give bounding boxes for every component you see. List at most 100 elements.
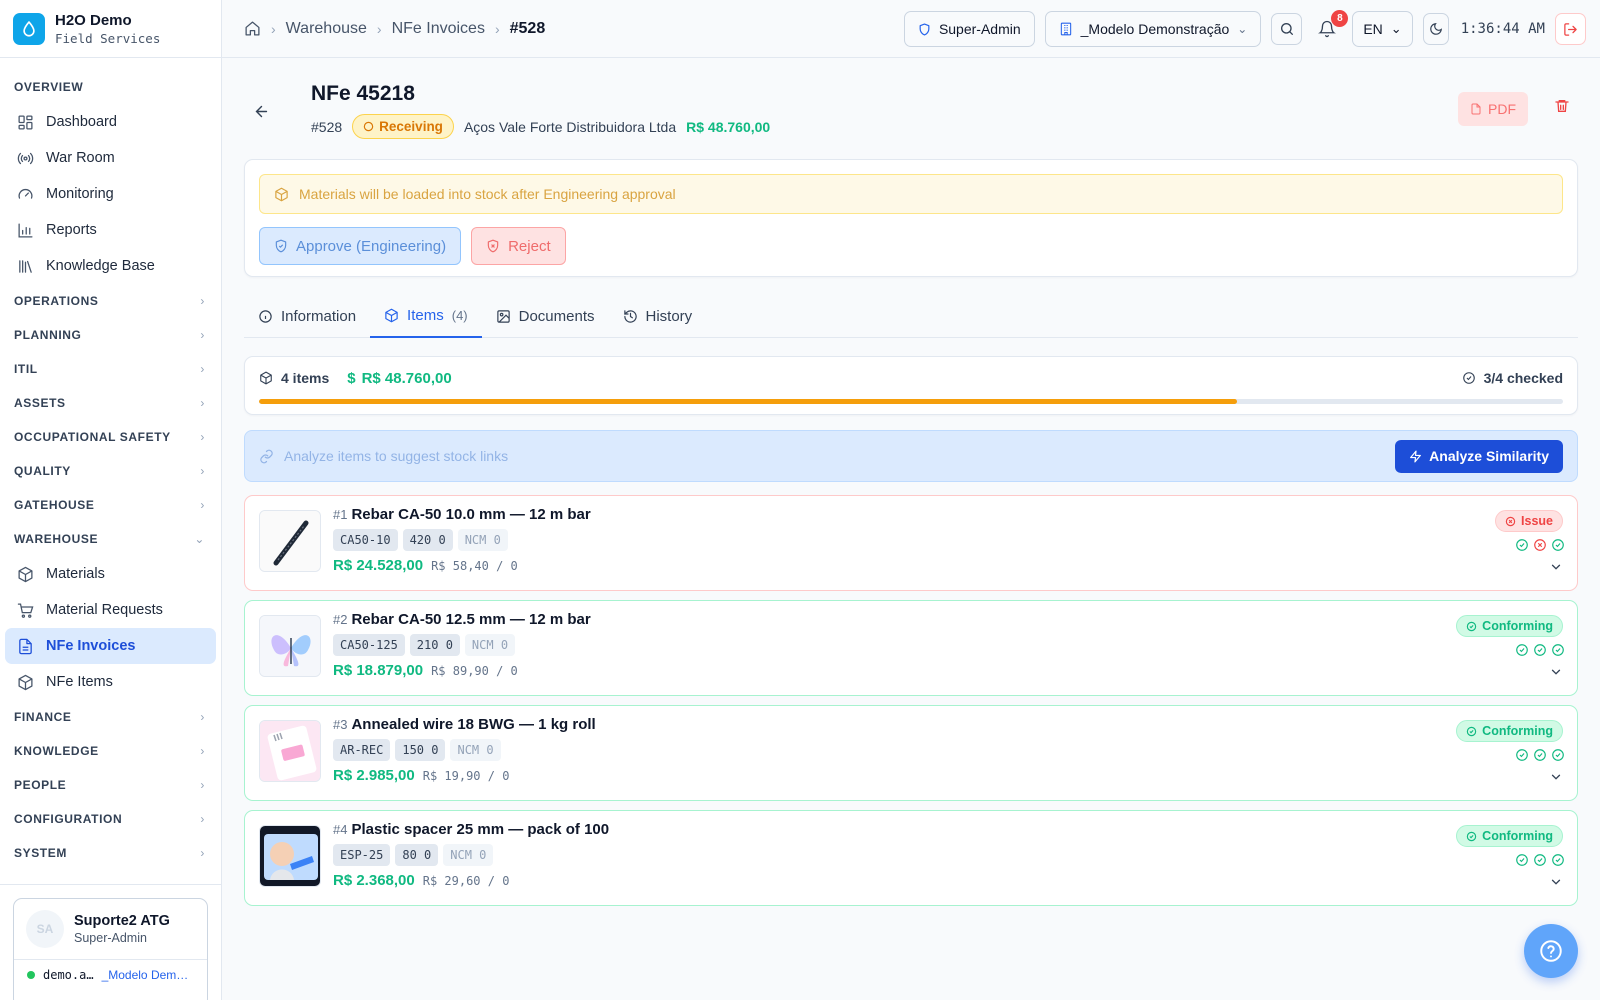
chevron-down-icon: ⌄ (1237, 22, 1248, 36)
sidebar-item-dashboard[interactable]: Dashboard (5, 104, 216, 140)
nav-section-itil[interactable]: ITIL › (0, 352, 221, 386)
check-circle-icon (1534, 854, 1546, 866)
nav-section-quality[interactable]: QUALITY › (0, 454, 221, 488)
nav-section-configuration[interactable]: CONFIGURATION › (0, 802, 221, 836)
nav-section-gatehouse[interactable]: GATEHOUSE › (0, 488, 221, 522)
arrow-left-icon (255, 105, 267, 117)
check-circle-icon (1534, 644, 1546, 656)
breadcrumb-nfe-invoices[interactable]: NFe Invoices (392, 20, 485, 38)
chevron-down-icon (1551, 774, 1561, 780)
user-card[interactable]: SA Suporte2 ATG Super-Admin demo.a… _Mod… (13, 898, 208, 1000)
sidebar-item-label: Knowledge Base (46, 258, 155, 274)
sidebar-item-label: War Room (46, 150, 115, 166)
sidebar-item-monitoring[interactable]: Monitoring (5, 176, 216, 212)
tab-history[interactable]: History (609, 294, 707, 338)
nav-section-warehouse[interactable]: WAREHOUSE ⌄ (0, 522, 221, 556)
dollar-icon: $ (347, 369, 356, 387)
brand[interactable]: H2O Demo Field Services (0, 0, 221, 58)
item-quantity: 420 0 (402, 529, 453, 551)
tab-items[interactable]: Items (4) (370, 294, 482, 338)
item-ncm: NCM 0 (450, 739, 501, 761)
sidebar-item-materials[interactable]: Materials (5, 556, 216, 592)
expand-button[interactable] (1549, 665, 1563, 684)
analyze-similarity-button[interactable]: Analyze Similarity (1395, 439, 1563, 473)
delete-button[interactable] (1554, 98, 1570, 119)
nav-section-operations[interactable]: OPERATIONS › (0, 284, 221, 318)
item-name: Rebar CA-50 10.0 mm — 12 m bar (351, 506, 591, 523)
sidebar-item-material-requests[interactable]: Material Requests (5, 592, 216, 628)
help-button[interactable] (1524, 924, 1578, 978)
item-thumbnail (259, 720, 321, 782)
check-progress-bar (259, 399, 1563, 404)
nav-section-occupational-safety[interactable]: OCCUPATIONAL SAFETY › (0, 420, 221, 454)
nav-section-planning[interactable]: PLANNING › (0, 318, 221, 352)
tab-information[interactable]: Information (244, 294, 370, 338)
user-email: demo.a… (43, 968, 94, 982)
item-name: Annealed wire 18 BWG — 1 kg roll (351, 716, 596, 733)
user-tenant-link[interactable]: _Modelo Dem… (102, 968, 189, 982)
radio-icon (17, 152, 34, 164)
check-circle-icon (1516, 539, 1528, 551)
item-card[interactable]: #4 Plastic spacer 25 mm — pack of 100 ESP… (244, 810, 1578, 906)
tab-bar: Information Items (4) Documents History (244, 294, 1578, 338)
check-circle-icon (1552, 854, 1564, 866)
nav-section-assets[interactable]: ASSETS › (0, 386, 221, 420)
nav-section-system[interactable]: SYSTEM › (0, 836, 221, 870)
sidebar-item-label: NFe Invoices (46, 638, 136, 654)
expand-button[interactable] (1549, 770, 1563, 789)
notifications-button[interactable]: 8 (1312, 10, 1349, 45)
gauge-icon (18, 188, 33, 199)
item-total: R$ 2.368,00 (333, 872, 415, 889)
top-header: › Warehouse › NFe Invoices › #528 Super-… (222, 0, 1600, 58)
language-select[interactable]: EN ⌄ (1352, 11, 1413, 47)
reject-button[interactable]: Reject (471, 227, 566, 265)
expand-button[interactable] (1549, 875, 1563, 894)
theme-toggle[interactable] (1422, 13, 1449, 45)
expand-button[interactable] (1549, 560, 1563, 579)
item-thumbnail (259, 825, 321, 887)
chevron-right-icon: › (200, 744, 205, 758)
item-card[interactable]: #2 Rebar CA-50 12.5 mm — 12 m bar CA50-12… (244, 600, 1578, 696)
nav-section-knowledge[interactable]: KNOWLEDGE › (0, 734, 221, 768)
pdf-button[interactable]: PDF (1458, 92, 1528, 126)
tab-documents[interactable]: Documents (482, 294, 609, 338)
sidebar-item-knowledge-base[interactable]: Knowledge Base (5, 248, 216, 284)
clock: 1:36:44 AM (1460, 21, 1545, 37)
item-card[interactable]: #1 Rebar CA-50 10.0 mm — 12 m bar CA50-10… (244, 495, 1578, 591)
analyze-banner: Analyze items to suggest stock links Ana… (244, 430, 1578, 482)
chevron-right-icon: › (200, 778, 205, 792)
chevron-right-icon: › (200, 498, 205, 512)
history-icon (623, 309, 637, 323)
page-title: NFe 45218 (311, 82, 415, 105)
chevron-right-icon: › (376, 20, 382, 37)
brand-subtitle: Field Services (55, 30, 161, 46)
item-code: ESP-25 (333, 844, 391, 866)
back-button[interactable] (248, 98, 274, 124)
sidebar-item-nfe-invoices[interactable]: NFe Invoices (5, 628, 216, 664)
zap-icon (1410, 449, 1422, 463)
x-circle-icon (1505, 516, 1516, 526)
items-count: 4 items (259, 370, 329, 386)
breadcrumb-warehouse[interactable]: Warehouse (286, 20, 367, 38)
search-button[interactable] (1271, 13, 1303, 45)
nav-section-overview[interactable]: OVERVIEW (0, 70, 221, 104)
tenant-select[interactable]: _Modelo Demonstração ⌄ (1044, 11, 1262, 47)
sidebar-item-nfe-items[interactable]: NFe Items (5, 664, 216, 700)
sidebar-item-reports[interactable]: Reports (5, 212, 216, 248)
role-badge[interactable]: Super-Admin (903, 11, 1035, 47)
x-circle-icon (1534, 539, 1546, 551)
item-number: #4 (333, 822, 348, 837)
nav-section-people[interactable]: PEOPLE › (0, 768, 221, 802)
status-badge: Conforming (1456, 720, 1563, 742)
item-card[interactable]: #3 Annealed wire 18 BWG — 1 kg roll AR-RE… (244, 705, 1578, 801)
nav-section-finance[interactable]: FINANCE › (0, 700, 221, 734)
approve-button[interactable]: Approve (Engineering) (259, 227, 462, 265)
check-circle-icon (1516, 644, 1528, 656)
building-icon (1060, 22, 1071, 36)
sidebar-item-war-room[interactable]: War Room (5, 140, 216, 176)
logout-button[interactable] (1555, 13, 1586, 45)
item-code: CA50-10 (333, 529, 398, 551)
notification-count: 8 (1331, 10, 1349, 27)
trash-icon (1555, 100, 1569, 112)
home-icon[interactable] (244, 20, 261, 37)
